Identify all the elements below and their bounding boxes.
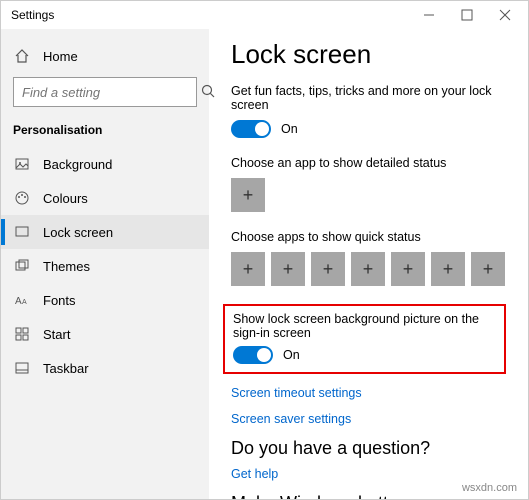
- search-input[interactable]: [13, 77, 197, 107]
- add-quick-app-button[interactable]: +: [351, 252, 385, 286]
- get-help-link[interactable]: Get help: [231, 467, 506, 481]
- maximize-button[interactable]: [448, 1, 486, 29]
- home-nav[interactable]: Home: [1, 39, 209, 73]
- window-title: Settings: [5, 8, 410, 22]
- fun-facts-state: On: [281, 122, 298, 136]
- main-content: Lock screen Get fun facts, tips, tricks …: [209, 29, 528, 499]
- sidebar-item-themes[interactable]: Themes: [1, 249, 209, 283]
- page-title: Lock screen: [231, 39, 506, 70]
- watermark: wsxdn.com: [462, 482, 517, 494]
- category-heading: Personalisation: [1, 117, 209, 147]
- sidebar-item-fonts[interactable]: AA Fonts: [1, 283, 209, 317]
- highlighted-region: Show lock screen background picture on t…: [223, 304, 506, 374]
- close-button[interactable]: [486, 1, 524, 29]
- fonts-icon: AA: [13, 292, 31, 308]
- screen-timeout-link[interactable]: Screen timeout settings: [231, 386, 506, 400]
- svg-text:A: A: [22, 299, 27, 306]
- sidebar-item-label: Fonts: [43, 293, 76, 308]
- picture-icon: [13, 156, 31, 172]
- detailed-status-label: Choose an app to show detailed status: [231, 156, 506, 170]
- themes-icon: [13, 258, 31, 274]
- add-quick-app-button[interactable]: +: [271, 252, 305, 286]
- plus-icon: +: [483, 259, 494, 280]
- home-label: Home: [43, 49, 78, 64]
- sidebar-item-taskbar[interactable]: Taskbar: [1, 351, 209, 385]
- taskbar-icon: [13, 360, 31, 376]
- start-icon: [13, 326, 31, 342]
- signin-bg-state: On: [283, 348, 300, 362]
- search-field[interactable]: [22, 85, 200, 100]
- sidebar-item-label: Themes: [43, 259, 90, 274]
- plus-icon: +: [243, 259, 254, 280]
- sidebar-item-label: Background: [43, 157, 112, 172]
- plus-icon: +: [323, 259, 334, 280]
- svg-text:A: A: [15, 296, 22, 307]
- sidebar-item-lockscreen[interactable]: Lock screen: [1, 215, 209, 249]
- fun-facts-label: Get fun facts, tips, tricks and more on …: [231, 84, 506, 112]
- plus-icon: +: [243, 185, 254, 206]
- signin-bg-label: Show lock screen background picture on t…: [233, 312, 496, 340]
- add-detailed-app-button[interactable]: +: [231, 178, 265, 212]
- quick-status-label: Choose apps to show quick status: [231, 230, 506, 244]
- plus-icon: +: [403, 259, 414, 280]
- home-icon: [13, 48, 31, 64]
- sidebar-item-label: Colours: [43, 191, 88, 206]
- signin-bg-toggle[interactable]: [233, 346, 273, 364]
- sidebar-item-label: Start: [43, 327, 70, 342]
- screen-saver-link[interactable]: Screen saver settings: [231, 412, 506, 426]
- titlebar: Settings: [1, 1, 528, 29]
- sidebar-item-label: Lock screen: [43, 225, 113, 240]
- minimize-button[interactable]: [410, 1, 448, 29]
- plus-icon: +: [283, 259, 294, 280]
- fun-facts-toggle[interactable]: [231, 120, 271, 138]
- palette-icon: [13, 190, 31, 206]
- lock-icon: [13, 224, 31, 240]
- sidebar-item-start[interactable]: Start: [1, 317, 209, 351]
- sidebar-item-background[interactable]: Background: [1, 147, 209, 181]
- add-quick-app-button[interactable]: +: [431, 252, 465, 286]
- plus-icon: +: [363, 259, 374, 280]
- add-quick-app-button[interactable]: +: [311, 252, 345, 286]
- add-quick-app-button[interactable]: +: [231, 252, 265, 286]
- add-quick-app-button[interactable]: +: [471, 252, 505, 286]
- plus-icon: +: [443, 259, 454, 280]
- sidebar-item-colours[interactable]: Colours: [1, 181, 209, 215]
- question-heading: Do you have a question?: [231, 438, 506, 459]
- add-quick-app-button[interactable]: +: [391, 252, 425, 286]
- sidebar: Home Personalisation Background Colours …: [1, 29, 209, 499]
- sidebar-item-label: Taskbar: [43, 361, 89, 376]
